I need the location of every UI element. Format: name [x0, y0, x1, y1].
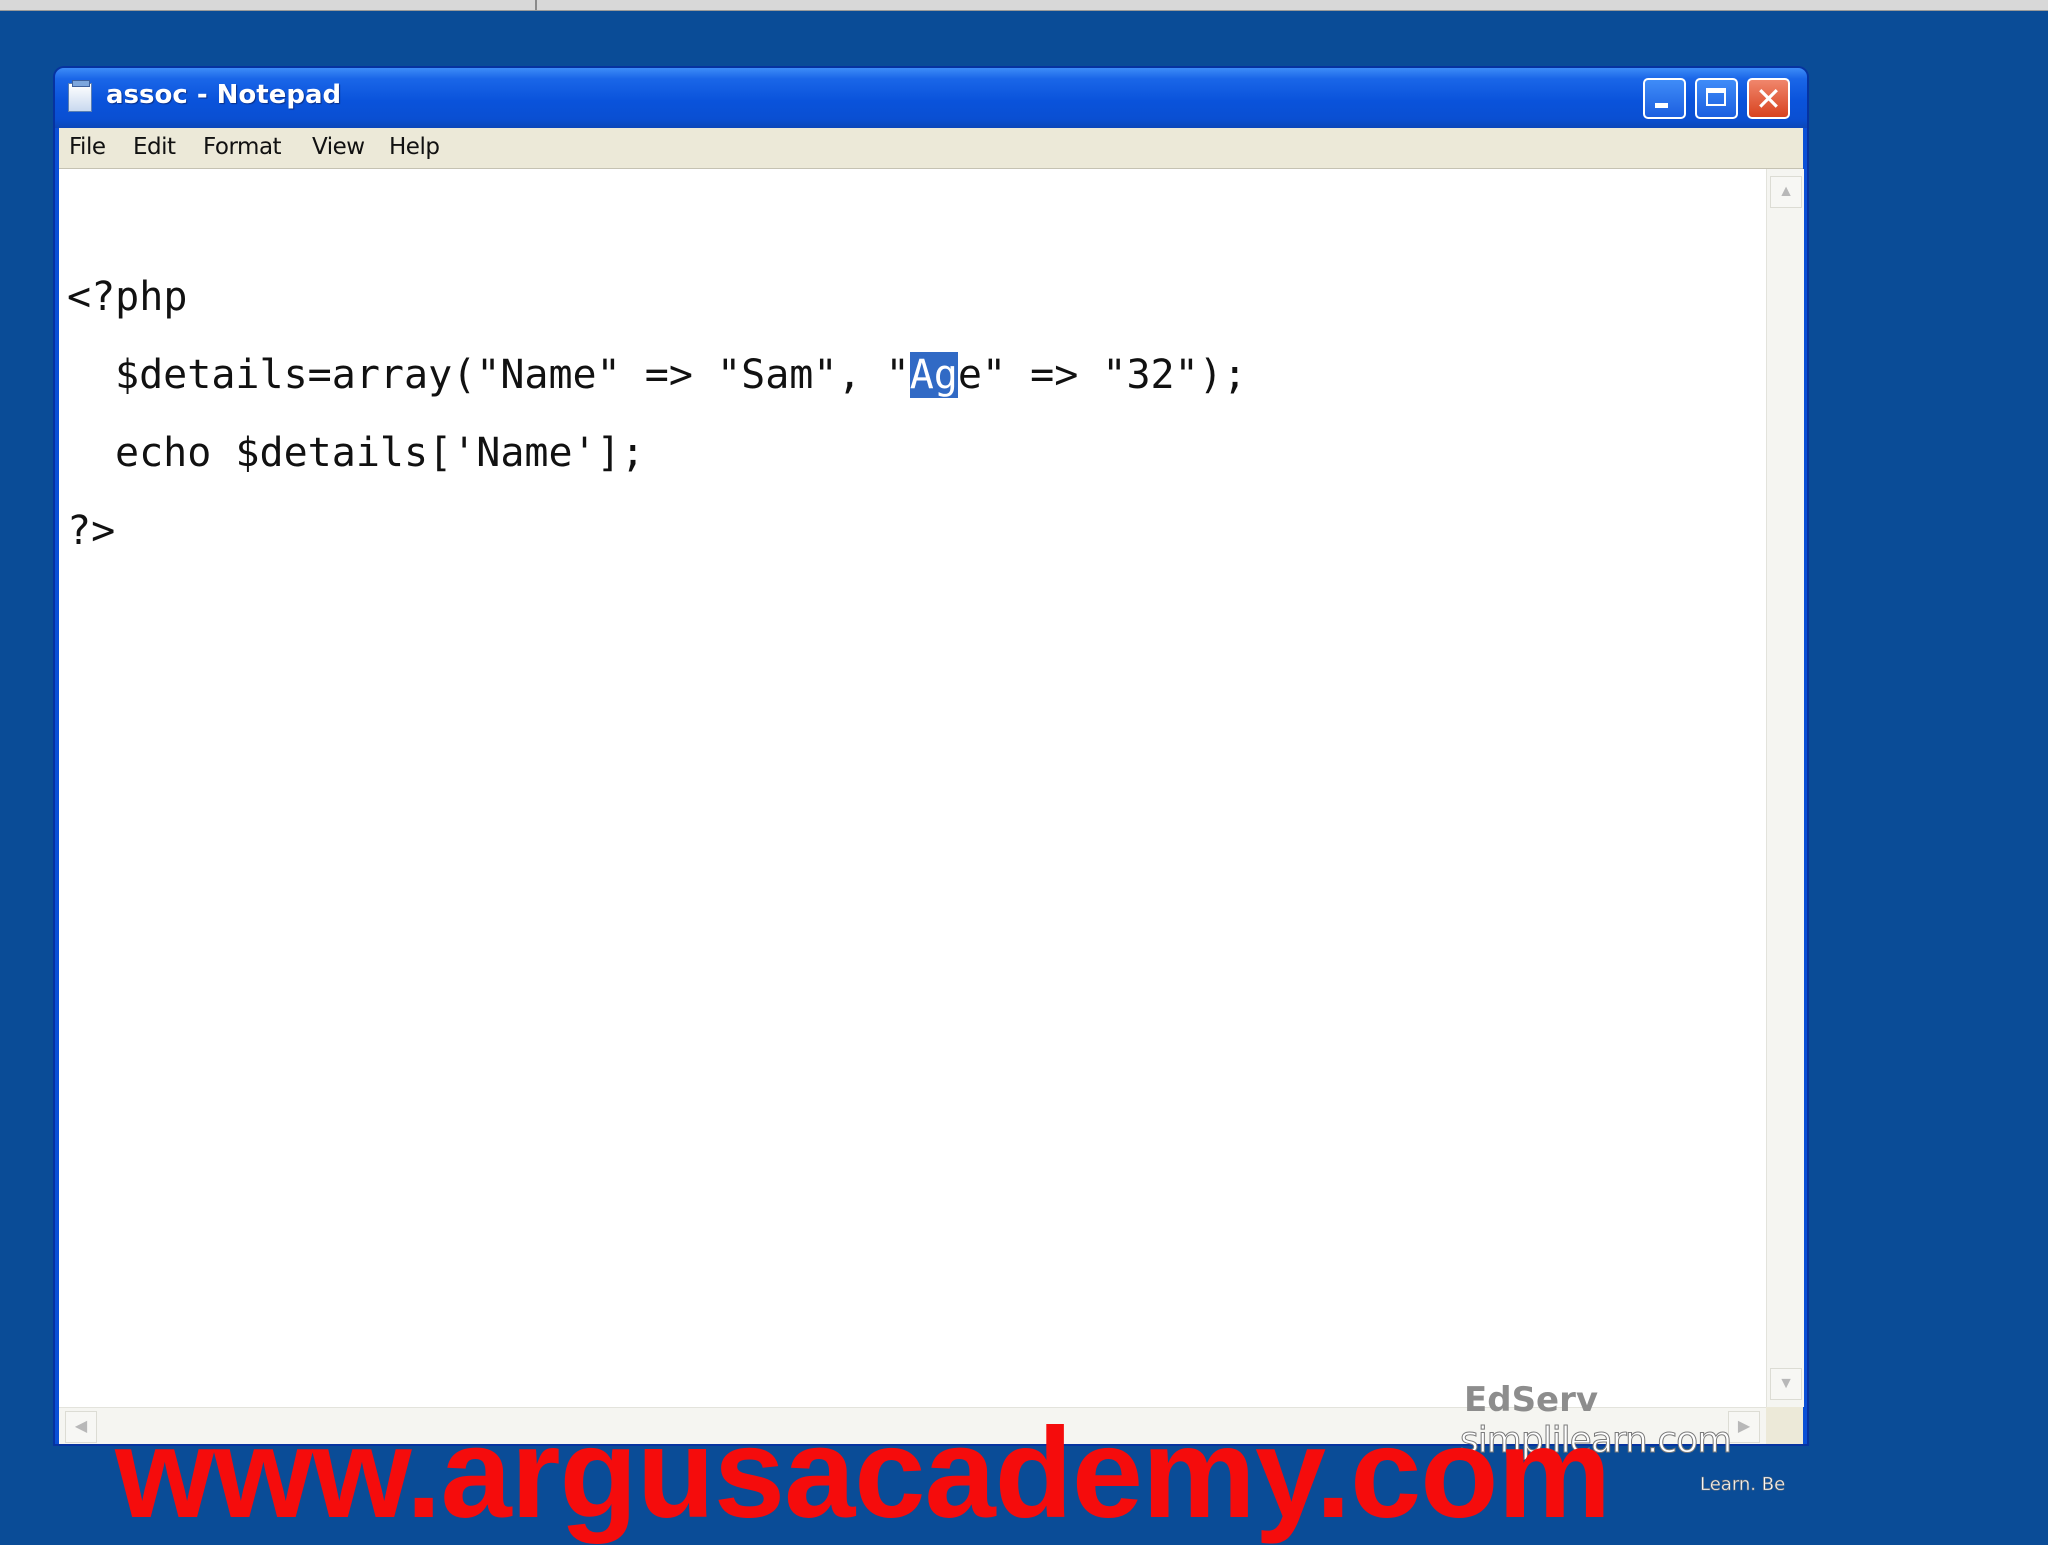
maximize-button[interactable]	[1695, 78, 1738, 119]
close-button[interactable]: ✕	[1747, 78, 1790, 119]
code-text: e" => "32");	[957, 352, 1247, 398]
menu-view[interactable]: View	[312, 134, 365, 160]
minimize-icon	[1655, 103, 1668, 108]
code-line: ?>	[67, 508, 116, 554]
menu-bar: File Edit Format View Help	[59, 128, 1803, 169]
minimize-button[interactable]	[1643, 78, 1686, 119]
vertical-scrollbar[interactable]: ▲ ▼	[1766, 169, 1804, 1407]
top-strip	[0, 0, 2048, 11]
notepad-window: assoc - Notepad ✕ File Edit Format View …	[55, 68, 1807, 1444]
maximize-icon	[1706, 88, 1726, 106]
title-bar[interactable]: assoc - Notepad ✕	[55, 68, 1807, 128]
menu-help[interactable]: Help	[389, 134, 440, 160]
scroll-left-icon[interactable]: ◀	[65, 1411, 97, 1443]
text-selection[interactable]: Ag	[909, 352, 958, 398]
code-line: $details=array("Name" => "Sam", "Age" =>…	[115, 352, 1247, 398]
text-editor[interactable]: <?php $details=array("Name" => "Sam", "A…	[59, 169, 1766, 1407]
code-line: echo $details['Name'];	[115, 430, 645, 476]
window-title: assoc - Notepad	[106, 80, 342, 110]
watermark-text: www.argusacademy.com	[115, 1402, 1611, 1545]
strip-divider	[535, 0, 537, 10]
menu-file[interactable]: File	[69, 134, 106, 160]
code-line: <?php	[67, 274, 188, 320]
scroll-up-icon[interactable]: ▲	[1770, 176, 1802, 208]
client-area: <?php $details=array("Name" => "Sam", "A…	[59, 169, 1804, 1444]
notepad-icon[interactable]	[68, 80, 92, 112]
menu-format[interactable]: Format	[203, 134, 282, 160]
close-icon: ✕	[1755, 80, 1782, 118]
menu-edit[interactable]: Edit	[133, 134, 176, 160]
code-text: $details=array("Name" => "Sam", "	[115, 352, 910, 398]
